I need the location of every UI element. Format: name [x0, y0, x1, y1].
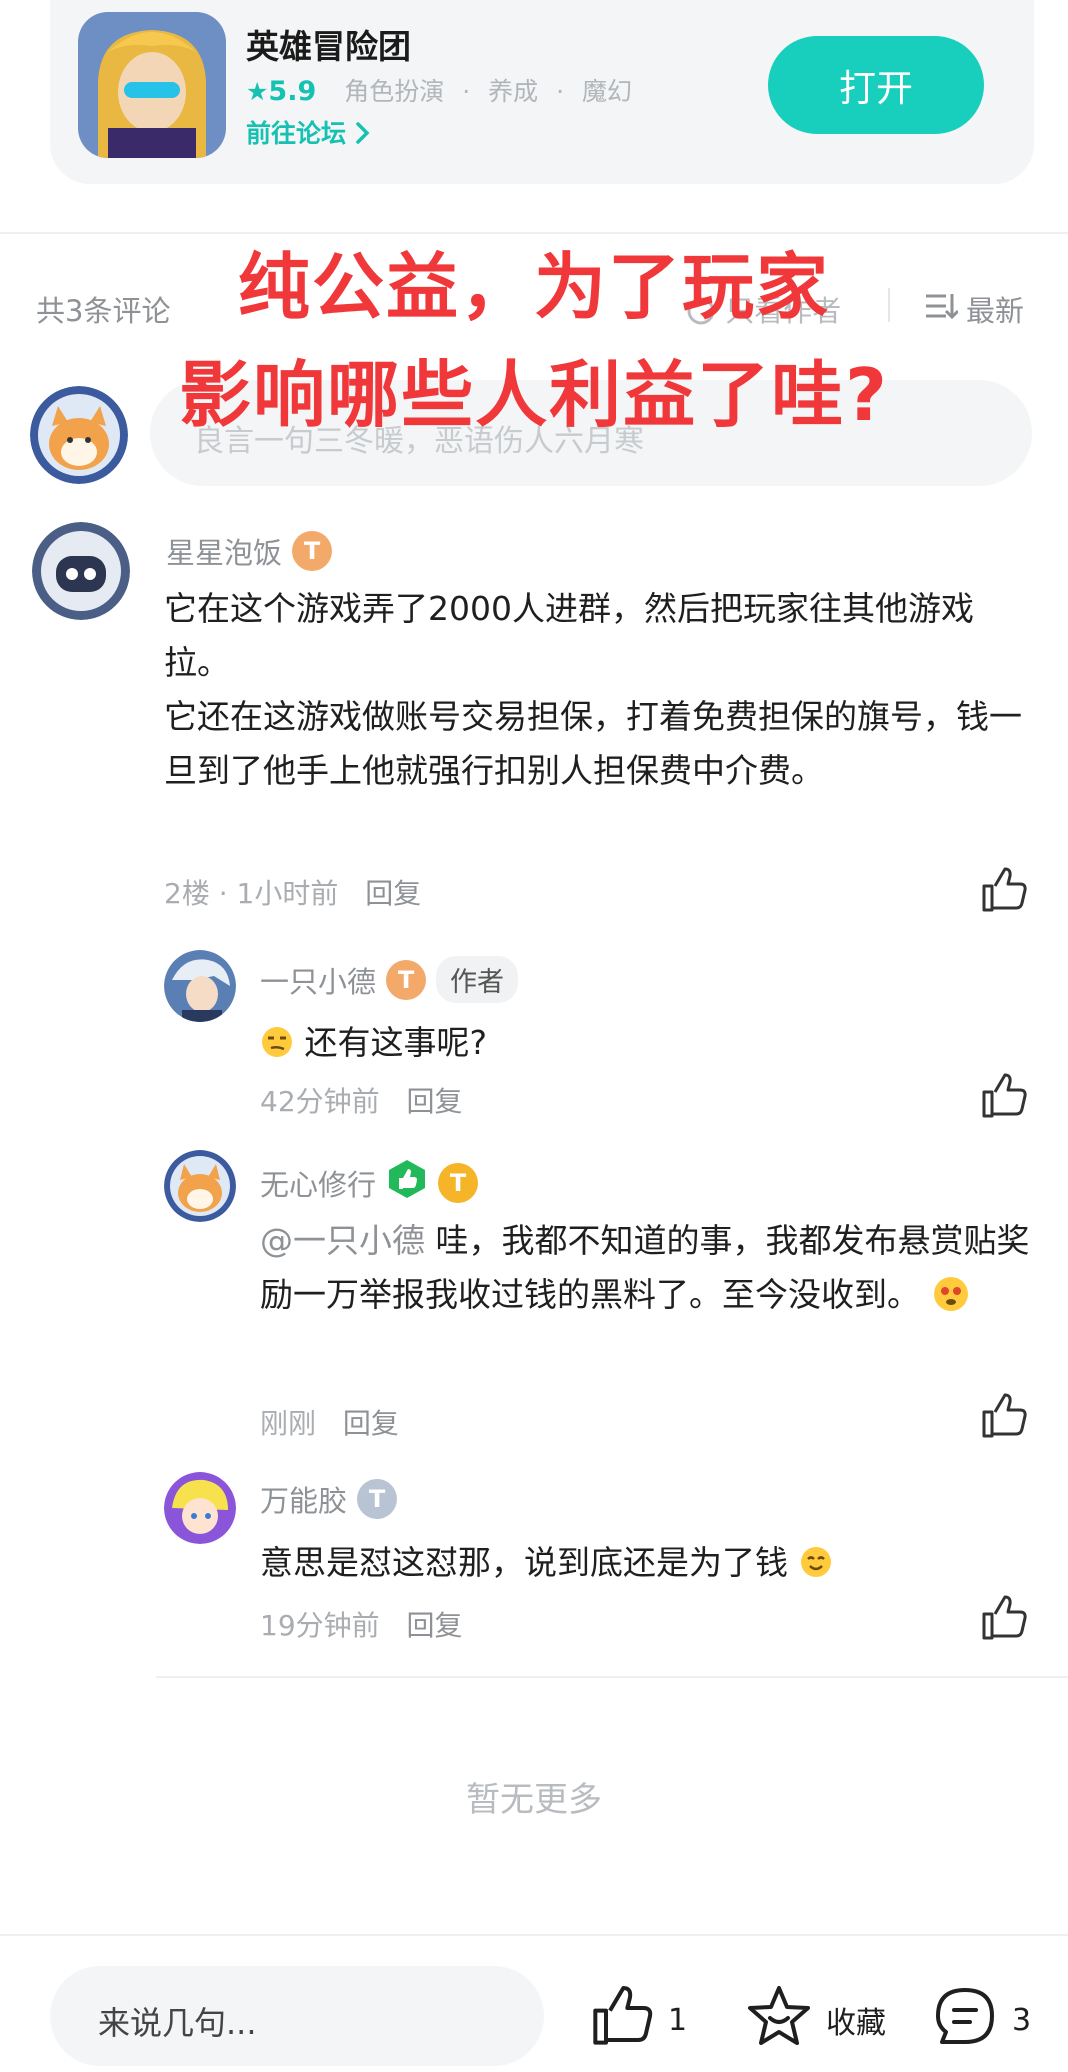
divider	[0, 1934, 1068, 1936]
comment-count: 3	[1012, 2002, 1032, 2038]
reply-body: 还有这事呢?	[260, 1016, 1020, 1070]
reply-author[interactable]: 一只小德 T 作者	[260, 956, 519, 1003]
reply-author-name: 一只小德	[260, 964, 377, 999]
divider	[156, 1676, 1068, 1678]
reply-author-name: 万能胶	[260, 1484, 348, 1518]
app-icon	[78, 12, 226, 158]
reply-author[interactable]: 无心修行 T	[260, 1158, 479, 1207]
forum-link[interactable]: 前往论坛	[246, 114, 371, 150]
bottom-comment-placeholder: 来说几句...	[98, 2004, 257, 2042]
level-badge-icon: T	[357, 1479, 398, 1519]
comment-author[interactable]: 星星泡饭 T	[166, 530, 333, 572]
reply-body: @一只小德 哇，我都不知道的事，我都发布悬赏贴奖励一万举报我收过钱的黑料了。至今…	[260, 1214, 1030, 1322]
avatar[interactable]	[164, 950, 236, 1022]
overlay-caption-line-2: 影响哪些人利益了哇?	[179, 353, 889, 437]
star-outline-icon	[746, 1984, 812, 2056]
dizzy-emoji-icon	[931, 1275, 971, 1314]
avatar[interactable]	[32, 522, 130, 620]
reply-time: 刚刚	[260, 1407, 317, 1440]
floor-label: 2楼	[164, 877, 210, 910]
thumbs-up-icon[interactable]	[980, 1392, 1028, 1440]
reply-author-name: 无心修行	[260, 1167, 377, 1202]
reply-meta: 42分钟前 回复	[260, 1080, 463, 1120]
thumbs-up-icon[interactable]	[980, 1072, 1028, 1120]
reply-button[interactable]: 回复	[407, 1609, 463, 1642]
reply-author[interactable]: 万能胶 T	[260, 1478, 398, 1520]
bottom-comment-input[interactable]: 来说几句...	[50, 1966, 544, 2066]
reply-time: 19分钟前	[260, 1609, 380, 1642]
avatar[interactable]	[164, 1472, 236, 1544]
star-icon: ★	[246, 77, 269, 106]
app-name: 英雄冒险团	[246, 27, 411, 66]
recommend-badge-icon	[386, 1158, 428, 1207]
like-count: 1	[668, 2002, 688, 2038]
reply-meta: 19分钟前 回复	[260, 1604, 463, 1644]
overlay-caption-line-1: 纯公益，为了玩家	[237, 245, 830, 329]
app-meta: ★5.9 角色扮演 · 养成 · 魔幻	[246, 76, 632, 107]
app-rating: 5.9	[268, 76, 317, 107]
reply-time: 42分钟前	[260, 1085, 380, 1118]
reply-text: 还有这事呢?	[304, 1023, 488, 1062]
favorite-button[interactable]: 收藏	[746, 1984, 886, 2056]
reply-button[interactable]: 回复	[343, 1407, 399, 1440]
comment-time: 1小时前	[236, 877, 339, 910]
reply-text: 意思是怼这怼那，说到底还是为了钱	[260, 1543, 788, 1582]
blush-emoji-icon	[788, 1543, 833, 1582]
forum-link-label: 前往论坛	[246, 119, 347, 148]
avatar[interactable]	[164, 1150, 236, 1222]
level-badge-icon: T	[386, 959, 427, 1000]
thumbs-up-icon	[590, 1984, 654, 2056]
reply-body: 意思是怼这怼那，说到底还是为了钱	[260, 1536, 1030, 1590]
no-more-label: 暂无更多	[466, 1780, 602, 1820]
app-tag: 魔幻	[581, 77, 632, 106]
comment-author-name: 星星泡饭	[166, 536, 283, 570]
smirk-emoji-icon	[260, 1023, 305, 1062]
reply-button[interactable]: 回复	[407, 1085, 463, 1118]
app-tag: 角色扮演	[344, 77, 445, 106]
like-button[interactable]: 1	[590, 1984, 687, 2056]
comment-paragraph: 它在这个游戏弄了2000人进群，然后把玩家往其他游戏拉。	[164, 589, 974, 682]
open-button[interactable]: 打开	[768, 36, 984, 134]
reply-button[interactable]: 回复	[365, 877, 421, 910]
comment-body: 它在这个游戏弄了2000人进群，然后把玩家往其他游戏拉。 它还在这游戏做账号交易…	[164, 582, 1024, 798]
comment-meta: 2楼 · 1小时前 回复	[164, 877, 422, 910]
mention-link[interactable]: @一只小德	[260, 1221, 425, 1260]
app-tag: 养成	[488, 77, 539, 106]
reply-meta: 刚刚 回复	[260, 1402, 399, 1442]
comment-button[interactable]: 3	[932, 1984, 1031, 2056]
thumbs-up-icon[interactable]	[980, 1594, 1028, 1642]
comment-bubble-icon	[932, 1984, 998, 2056]
favorite-label: 收藏	[826, 2006, 886, 2041]
level-badge-icon: T	[292, 531, 333, 571]
chevron-right-icon	[355, 119, 371, 148]
thumbs-up-icon[interactable]	[980, 866, 1028, 914]
comment-paragraph: 它还在这游戏做账号交易担保，打着免费担保的旗号，钱一旦到了他手上他就强行扣别人担…	[164, 697, 1022, 790]
level-badge-icon: T	[438, 1162, 479, 1203]
author-tag: 作者	[436, 956, 519, 1003]
app-card[interactable]: 英雄冒险团 ★5.9 角色扮演 · 养成 · 魔幻 前往论坛 打开	[50, 0, 1034, 184]
